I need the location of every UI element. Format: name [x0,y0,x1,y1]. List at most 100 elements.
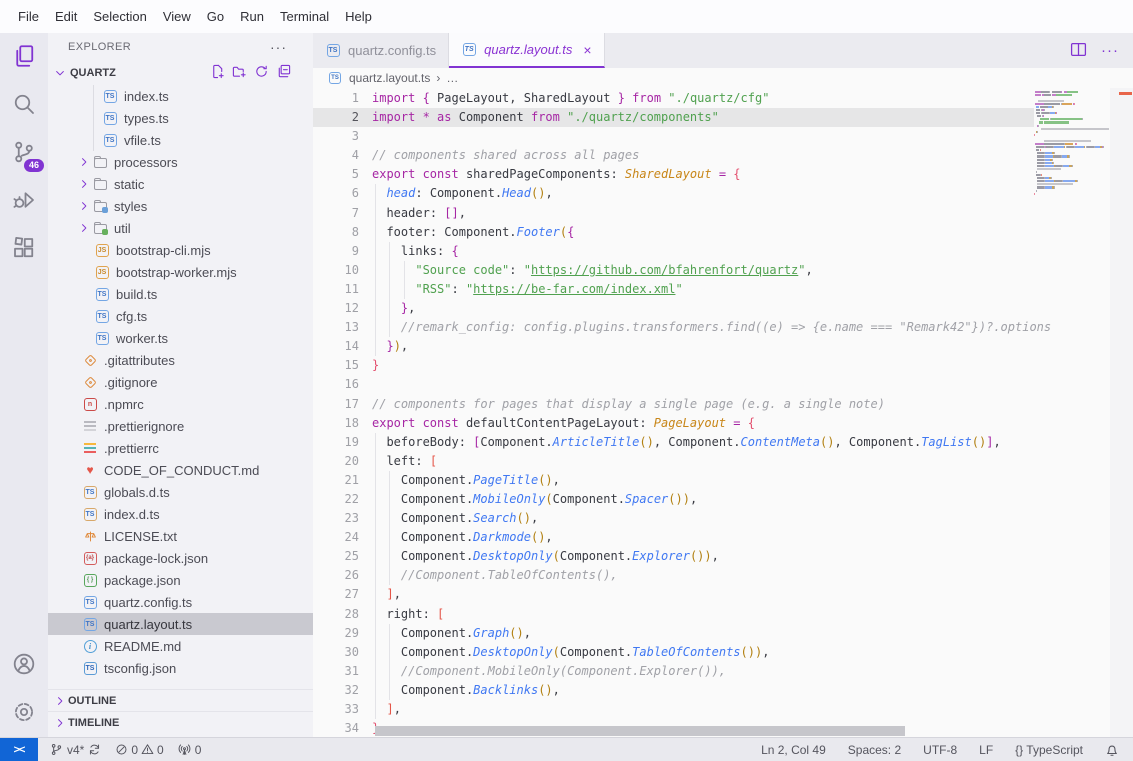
more-actions-icon[interactable]: ··· [270,39,299,55]
collapse-all-icon[interactable] [276,64,291,82]
code-line[interactable]: 12 }, [313,299,1034,318]
code-line[interactable]: 23 Component.Search(), [313,509,1034,528]
tree-item--gitignore[interactable]: .gitignore [48,371,313,393]
code-line[interactable]: 20 left: [ [313,452,1034,471]
code-line[interactable]: 13 //remark_config: config.plugins.trans… [313,318,1034,337]
status--typescript[interactable]: {} TypeScript [1015,743,1083,757]
code-line[interactable]: 11 "RSS": "https://be-far.com/index.xml" [313,280,1034,299]
branch-status[interactable]: v4* [50,743,101,757]
code-line[interactable]: 5export const sharedPageComponents: Shar… [313,165,1034,184]
activity-account[interactable] [0,641,48,689]
tree-item-code-of-conduct-md[interactable]: ♥CODE_OF_CONDUCT.md [48,459,313,481]
activity-search[interactable] [0,81,48,129]
tree-item-static[interactable]: static [48,173,313,195]
code-line[interactable]: 17// components for pages that display a… [313,395,1034,414]
tree-item-index-ts[interactable]: TSindex.ts [48,85,313,107]
tree-item-package-lock-json[interactable]: {a}package-lock.json [48,547,313,569]
code-line[interactable]: 29 Component.Graph(), [313,624,1034,643]
menu-item-selection[interactable]: Selection [85,5,154,28]
problems-status[interactable]: 0 0 [115,743,163,757]
menu-item-help[interactable]: Help [337,5,380,28]
tree-item-tsconfig-json[interactable]: TStsconfig.json [48,657,313,679]
sidebar-section-quartz[interactable]: QUARTZ [48,60,313,85]
code-line[interactable]: 16 [313,375,1034,394]
code-line[interactable]: 10 "Source code": "https://github.com/bf… [313,261,1034,280]
tree-item-vfile-ts[interactable]: TSvfile.ts [48,129,313,151]
bell-icon[interactable] [1105,743,1119,757]
refresh-icon[interactable] [254,64,269,82]
tree-item-types-ts[interactable]: TStypes.ts [48,107,313,129]
new-folder-icon[interactable] [232,64,247,82]
tree-item-bootstrap-worker-mjs[interactable]: JSbootstrap-worker.mjs [48,261,313,283]
tab-quartz-config-ts[interactable]: TSquartz.config.ts [313,33,449,68]
menu-item-view[interactable]: View [155,5,199,28]
code-line[interactable]: 9 links: { [313,242,1034,261]
tree-item--prettierignore[interactable]: .prettierignore [48,415,313,437]
remote-indicator[interactable]: >< [0,738,38,761]
menu-item-terminal[interactable]: Terminal [272,5,337,28]
activity-extensions[interactable] [0,225,48,273]
tree-item--gitattributes[interactable]: .gitattributes [48,349,313,371]
status-utf-8[interactable]: UTF-8 [923,743,957,757]
tree-item-util[interactable]: util [48,217,313,239]
tree-item-build-ts[interactable]: TSbuild.ts [48,283,313,305]
code-editor[interactable]: 1import { PageLayout, SharedLayout } fro… [313,89,1034,737]
more-actions-icon[interactable]: ··· [1101,42,1119,59]
close-icon[interactable]: × [583,42,591,58]
code-line[interactable]: 6 head: Component.Head(), [313,184,1034,203]
tree-item-globals-d-ts[interactable]: TSglobals.d.ts [48,481,313,503]
code-line[interactable]: 30 Component.DesktopOnly(Component.Table… [313,643,1034,662]
code-line[interactable]: 28 right: [ [313,605,1034,624]
menu-item-run[interactable]: Run [232,5,272,28]
code-line[interactable]: 25 Component.DesktopOnly(Component.Explo… [313,547,1034,566]
new-file-icon[interactable] [210,64,225,82]
status-spaces-2[interactable]: Spaces: 2 [848,743,901,757]
status-ln-2-col-49[interactable]: Ln 2, Col 49 [761,743,826,757]
code-line[interactable]: 7 header: [], [313,204,1034,223]
tree-item--npmrc[interactable]: n.npmrc [48,393,313,415]
tree-item-package-json[interactable]: { }package.json [48,569,313,591]
code-line[interactable]: 22 Component.MobileOnly(Component.Spacer… [313,490,1034,509]
minimap[interactable] [1034,90,1110,195]
code-line[interactable]: 2import * as Component from "./quartz/co… [313,108,1034,127]
tree-item-worker-ts[interactable]: TSworker.ts [48,327,313,349]
code-line[interactable]: 1import { PageLayout, SharedLayout } fro… [313,89,1034,108]
menu-item-file[interactable]: File [10,5,47,28]
code-line[interactable]: 8 footer: Component.Footer({ [313,223,1034,242]
menu-item-go[interactable]: Go [199,5,232,28]
timeline-section[interactable]: TIMELINE [48,711,313,733]
code-line[interactable]: 15} [313,356,1034,375]
code-line[interactable]: 3 [313,127,1034,146]
tree-item--prettierrc[interactable]: .prettierrc [48,437,313,459]
code-line[interactable]: 33 ], [313,700,1034,719]
code-line[interactable]: 18export const defaultContentPageLayout:… [313,414,1034,433]
outline-section[interactable]: OUTLINE [48,689,313,711]
tree-item-quartz-config-ts[interactable]: TSquartz.config.ts [48,591,313,613]
breadcrumb[interactable]: TS quartz.layout.ts › … [313,68,1133,88]
tree-item-index-d-ts[interactable]: TSindex.d.ts [48,503,313,525]
activity-explorer[interactable] [0,33,48,81]
code-line[interactable]: 24 Component.Darkmode(), [313,528,1034,547]
code-line[interactable]: 32 Component.Backlinks(), [313,681,1034,700]
code-line[interactable]: 4// components shared across all pages [313,146,1034,165]
tab-quartz-layout-ts[interactable]: TSquartz.layout.ts× [449,33,604,68]
horizontal-scrollbar[interactable] [375,726,905,736]
code-line[interactable]: 21 Component.PageTitle(), [313,471,1034,490]
tree-item-license-txt[interactable]: LICENSE.txt [48,525,313,547]
split-editor-icon[interactable] [1070,41,1087,61]
tree-item-bootstrap-cli-mjs[interactable]: JSbootstrap-cli.mjs [48,239,313,261]
code-line[interactable]: 26 //Component.TableOfContents(), [313,566,1034,585]
menu-item-edit[interactable]: Edit [47,5,85,28]
tree-item-styles[interactable]: styles [48,195,313,217]
activity-run-debug[interactable] [0,177,48,225]
status-lf[interactable]: LF [979,743,993,757]
code-line[interactable]: 14 }), [313,337,1034,356]
code-line[interactable]: 19 beforeBody: [Component.ArticleTitle()… [313,433,1034,452]
tree-item-quartz-layout-ts[interactable]: TSquartz.layout.ts [48,613,313,635]
code-line[interactable]: 31 //Component.MobileOnly(Component.Expl… [313,662,1034,681]
tree-item-cfg-ts[interactable]: TScfg.ts [48,305,313,327]
tree-item-readme-md[interactable]: iREADME.md [48,635,313,657]
activity-source-control[interactable]: 46 [0,129,48,177]
ports-status[interactable]: 0 [178,743,202,757]
code-line[interactable]: 27 ], [313,585,1034,604]
